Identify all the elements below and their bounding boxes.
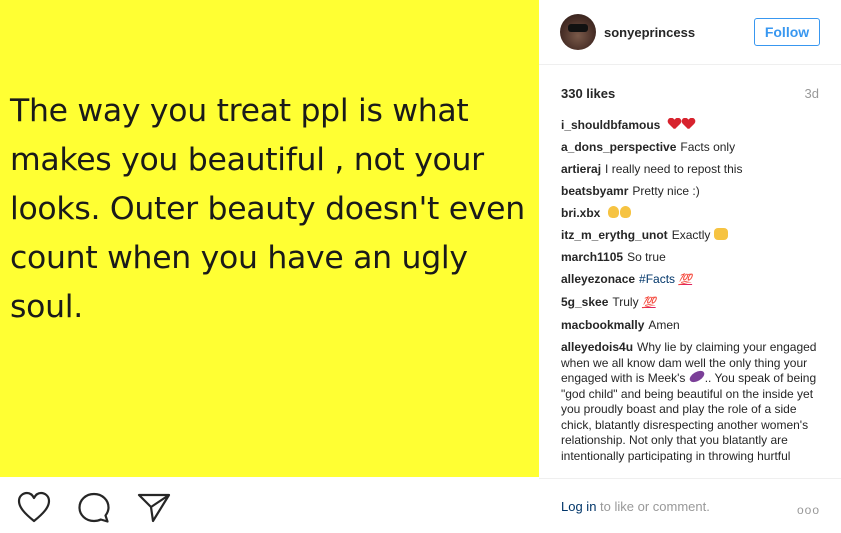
comment-username[interactable]: march1105 (561, 250, 623, 264)
red-heart-emoji-icon (668, 118, 681, 130)
comment-text: I really need to repost this (605, 162, 743, 176)
comment-text: Pretty nice :) (632, 184, 700, 198)
comment-text: Truly (612, 295, 639, 309)
heart-icon[interactable] (16, 490, 52, 526)
post-quote-text: The way you treat ppl is what makes you … (10, 93, 525, 325)
comment-item: beatsbyamr Pretty nice :) (561, 184, 823, 200)
hashtag-link[interactable]: #Facts (639, 272, 675, 286)
hundred-points-emoji-icon: 💯 (678, 274, 693, 286)
comment-item: 5g_skee Truly 💯 (561, 295, 823, 312)
header-divider (539, 64, 841, 65)
comment-username[interactable]: bri.xbx (561, 206, 600, 220)
comment-item: alleyedois4u Why lie by claiming your eng… (561, 340, 823, 464)
comment-username[interactable]: a_dons_perspective (561, 140, 676, 154)
comment-item: artieraj I really need to repost this (561, 162, 823, 178)
post-age[interactable]: 3d (805, 86, 819, 101)
more-options-icon[interactable]: ooo (797, 503, 820, 517)
comments-divider (539, 478, 841, 479)
comment-item: march1105 So true (561, 250, 823, 266)
comment-item: itz_m_erythg_unot Exactly (561, 228, 823, 244)
comment-item: bri.xbx (561, 206, 823, 222)
hundred-points-emoji-icon: 💯 (641, 297, 656, 309)
red-heart-emoji-icon (682, 118, 695, 130)
comment-item: i_shouldbfamous (561, 118, 823, 134)
login-prompt: Log in to like or comment. (561, 499, 710, 514)
comment-username[interactable]: alleyedois4u (561, 340, 633, 354)
ok-hand-emoji-icon (607, 206, 619, 218)
comment-username[interactable]: itz_m_erythg_unot (561, 228, 668, 242)
comment-icon[interactable] (76, 490, 112, 526)
praise-hands-emoji-icon (713, 228, 728, 240)
likes-count[interactable]: 330 likes (561, 86, 615, 101)
comment-item: alleyezonace #Facts 💯 (561, 272, 823, 289)
comment-username[interactable]: macbookmally (561, 318, 644, 332)
comment-username[interactable]: beatsbyamr (561, 184, 628, 198)
ok-hand-emoji-icon (619, 206, 631, 218)
comment-text: Facts only (680, 140, 736, 154)
comment-username[interactable]: artieraj (561, 162, 601, 176)
username-link[interactable]: sonyeprincess (604, 25, 695, 40)
comment-text: Amen (648, 318, 680, 332)
comment-text: So true (627, 250, 666, 264)
comment-item: macbookmally Amen (561, 318, 823, 334)
avatar[interactable] (560, 14, 596, 50)
share-icon[interactable] (136, 490, 172, 526)
comment-username[interactable]: i_shouldbfamous (561, 118, 660, 132)
comments-list[interactable]: i_shouldbfamous a_dons_perspective Facts … (561, 118, 823, 478)
comment-username[interactable]: alleyezonace (561, 272, 635, 286)
comment-username[interactable]: 5g_skee (561, 295, 608, 309)
follow-button[interactable]: Follow (754, 18, 820, 46)
post-image[interactable]: The way you treat ppl is what makes you … (0, 0, 539, 477)
eggplant-emoji-icon (687, 368, 706, 385)
login-link[interactable]: Log in (561, 499, 596, 514)
comment-text: Exactly (671, 228, 711, 242)
comment-item: a_dons_perspective Facts only (561, 140, 823, 156)
login-prompt-text: to like or comment. (596, 499, 710, 514)
